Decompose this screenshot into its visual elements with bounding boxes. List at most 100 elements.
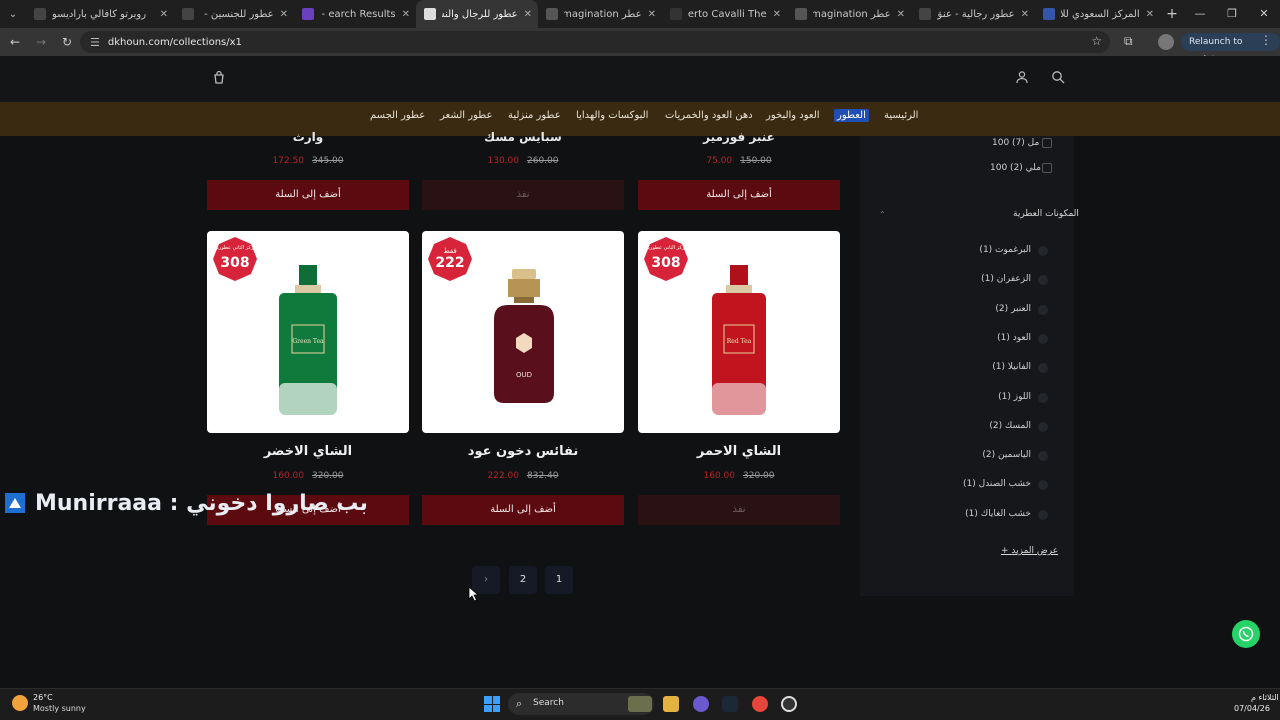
ingredient-filter-label[interactable]: خشب الصندل (1) — [963, 479, 1031, 489]
ingredient-filter-checkbox[interactable] — [1038, 392, 1048, 403]
tab-close-icon[interactable]: ✕ — [1146, 9, 1154, 20]
tab-close-icon[interactable]: ✕ — [1021, 9, 1029, 20]
browser-tab[interactable]: عطر Imagination - ✕ — [787, 0, 911, 28]
clock-date: 07/04/26 — [1234, 704, 1270, 713]
browser-tab[interactable]: عطور رجالية - عنق ✕ — [911, 0, 1035, 28]
tab-close-icon[interactable]: ✕ — [773, 9, 781, 20]
reload-button[interactable]: ↻ — [56, 35, 78, 49]
sale-price: 160.00 — [272, 471, 305, 481]
whatsapp-icon[interactable] — [1232, 620, 1260, 648]
steam-icon[interactable] — [722, 696, 738, 712]
tab-title: عطور رجالية - عنق — [937, 8, 1015, 20]
tab-title: المركز السعودي للأعـ — [1061, 8, 1140, 20]
ingredient-filter-label[interactable]: العنبر (2) — [995, 304, 1031, 314]
ingredient-filter-checkbox[interactable] — [1038, 304, 1048, 315]
browser-tab[interactable]: عطر Imagination - ✕ — [538, 0, 662, 28]
site-info-icon[interactable]: ☰ — [90, 36, 100, 49]
badge-number: 308 — [220, 255, 250, 271]
ingredient-filter-checkbox[interactable] — [1038, 509, 1048, 520]
cart-icon[interactable] — [211, 70, 227, 86]
account-icon[interactable] — [1014, 70, 1030, 86]
ingredient-filter-label[interactable]: البرغموت (1) — [979, 245, 1031, 255]
nav-item-perfumes[interactable]: العطور — [834, 109, 869, 122]
minimize-button[interactable]: — — [1184, 0, 1216, 28]
address-bar[interactable]: ☰ dkhoun.com/collections/x1 ☆ — [80, 31, 1110, 53]
filter-size-100ml-alt[interactable]: 100 ملي (2) — [990, 163, 1041, 173]
browser-tab[interactable]: روبرتو كافالي باراديسو ✕ — [26, 0, 174, 28]
show-more-link[interactable]: + عرض المزيد — [1001, 546, 1058, 556]
discord-icon[interactable] — [693, 696, 709, 712]
product-name[interactable]: عنبر فورمير — [638, 130, 840, 144]
filter-checkbox[interactable] — [1042, 138, 1052, 148]
weather-sun-icon[interactable] — [12, 695, 28, 711]
browser-tab[interactable]: Roberto Cavalli The ✕ — [662, 0, 787, 28]
back-button[interactable]: ← — [4, 35, 26, 49]
product-image-red-tea[interactable]: مركز الثاني عطورين 308 Red Tea — [638, 231, 840, 433]
tab-favicon-icon — [302, 8, 314, 20]
nav-item-hair-mist[interactable]: عطور الشعر — [440, 110, 492, 121]
filter-size-100ml[interactable]: 100 مل (7) — [992, 138, 1039, 148]
close-window-button[interactable]: ✕ — [1248, 0, 1280, 28]
forward-button[interactable]: → — [30, 35, 52, 49]
ingredient-filter-checkbox[interactable] — [1038, 421, 1048, 432]
extensions-icon[interactable]: ⧉ — [1124, 34, 1133, 49]
start-button[interactable] — [484, 696, 500, 712]
page-2-button[interactable]: 2 — [509, 566, 537, 594]
product-name[interactable]: سبايس مسك — [422, 130, 624, 144]
add-to-cart-button[interactable]: أضف إلى السلة — [207, 180, 409, 210]
product-image-oud[interactable]: فقط 222 OUD — [422, 231, 624, 433]
ingredient-filter-label[interactable]: الفانيلا (1) — [992, 362, 1031, 372]
nav-item-home[interactable]: الرئيسية — [884, 110, 918, 121]
sale-price: 222.00 — [487, 471, 520, 481]
chrome-icon[interactable] — [752, 696, 768, 712]
tab-close-icon[interactable]: ✕ — [648, 9, 656, 20]
menu-kebab-icon[interactable]: ⋮ — [1260, 33, 1272, 47]
profile-avatar[interactable] — [1158, 34, 1174, 50]
ingredient-filter-checkbox[interactable] — [1038, 333, 1048, 344]
tab-close-icon[interactable]: ✕ — [280, 9, 288, 20]
nav-item-home-fragrance[interactable]: عطور منزلية — [508, 110, 561, 121]
search-icon[interactable] — [1050, 70, 1066, 86]
add-to-cart-button[interactable]: أضف إلى السلة — [638, 180, 840, 210]
tab-search-icon[interactable]: ⌄ — [0, 0, 26, 28]
product-name[interactable]: الشاي الاحمر — [638, 444, 840, 459]
original-price: 345.00 — [312, 156, 344, 166]
new-tab-button[interactable]: + — [1160, 6, 1184, 22]
ingredient-filter-label[interactable]: الياسمين (2) — [982, 450, 1031, 460]
browser-tab[interactable]: earch Results - دخون ✕ — [294, 0, 416, 28]
tab-close-icon[interactable]: ✕ — [160, 9, 168, 20]
collapse-caret-icon[interactable]: ⌃ — [879, 210, 886, 219]
nav-item-body-mist[interactable]: عطور الجسم — [370, 110, 425, 121]
file-explorer-icon[interactable] — [663, 696, 679, 712]
browser-tab[interactable]: المركز السعودي للأعـ ✕ — [1035, 0, 1160, 28]
filter-section-title[interactable]: المكونات العطرية — [1013, 209, 1079, 219]
nav-item-gift-boxes[interactable]: البوكسات والهدايا — [576, 110, 648, 121]
product-image-green-tea[interactable]: مركز الثاني عطورين 308 Green Tea — [207, 231, 409, 433]
perfume-bottle-red: Red Tea — [712, 265, 766, 415]
offer-badge: مركز الثاني عطورين 308 — [643, 236, 689, 282]
browser-tab[interactable]: عطور للرجال والنساء ✕ — [416, 0, 538, 28]
product-name[interactable]: وارث — [207, 130, 409, 144]
tab-close-icon[interactable]: ✕ — [402, 9, 410, 20]
bookmark-star-icon[interactable]: ☆ — [1091, 34, 1102, 48]
widgets-icon[interactable] — [628, 696, 652, 712]
nav-item-oud-incense[interactable]: العود والبخور — [766, 110, 820, 121]
filter-checkbox[interactable] — [1042, 163, 1052, 173]
ingredient-filter-label[interactable]: الزعفران (1) — [981, 274, 1031, 284]
tab-close-icon[interactable]: ✕ — [897, 9, 905, 20]
ingredient-filter-label[interactable]: خشب الغاياك (1) — [965, 509, 1031, 519]
product-name[interactable]: الشاي الاخضر — [207, 444, 409, 459]
ingredient-filter-label[interactable]: اللوز (1) — [998, 392, 1031, 402]
ingredient-filter-checkbox[interactable] — [1038, 246, 1048, 256]
ingredient-filter-label[interactable]: العود (1) — [997, 333, 1031, 343]
add-to-cart-button[interactable]: أضف إلى السلة — [422, 495, 624, 525]
maximize-button[interactable]: ❐ — [1216, 0, 1248, 28]
ingredient-filter-label[interactable]: المسك (2) — [989, 421, 1031, 431]
product-name[interactable]: نفائس دخون عود — [422, 444, 624, 459]
original-price: 320.00 — [312, 471, 344, 481]
page-1-button[interactable]: 1 — [545, 566, 573, 594]
tab-close-icon[interactable]: ✕ — [524, 9, 532, 20]
nav-item-oud-oils[interactable]: دهن العود والخمريات — [665, 110, 753, 121]
browser-tab[interactable]: عطور للجنسين - عنق ✕ — [174, 0, 294, 28]
app-icon[interactable] — [781, 696, 797, 712]
